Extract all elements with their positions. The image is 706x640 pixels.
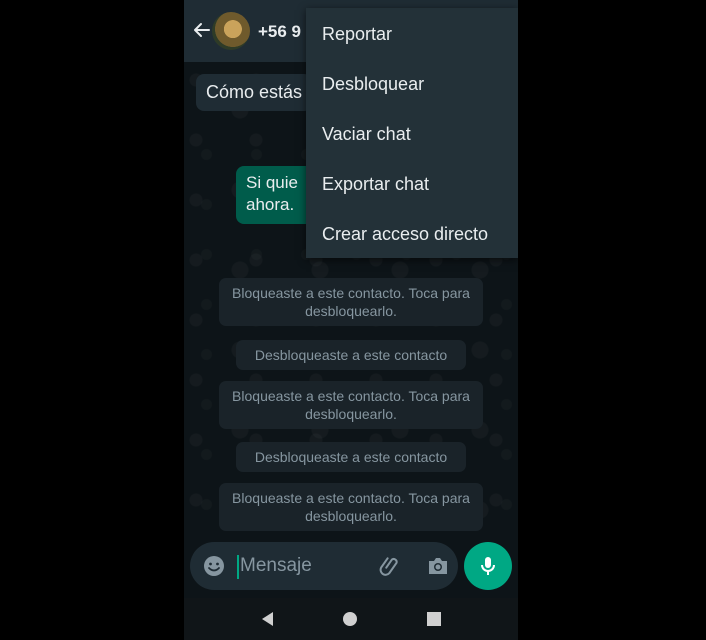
- system-message-text: Bloqueaste a este contacto. Toca para de…: [232, 388, 470, 422]
- contact-avatar[interactable]: [212, 12, 250, 50]
- overflow-menu: Reportar Desbloquear Vaciar chat Exporta…: [306, 8, 518, 258]
- menu-item-exportar-chat[interactable]: Exportar chat: [322, 174, 429, 195]
- back-arrow-icon[interactable]: [192, 20, 212, 40]
- paperclip-icon[interactable]: [378, 554, 402, 578]
- emoji-icon[interactable]: [202, 554, 226, 578]
- message-composer: [190, 542, 458, 590]
- nav-back-icon[interactable]: [258, 609, 278, 629]
- contact-name[interactable]: +56 9: [258, 22, 301, 42]
- menu-item-crear-acceso-directo[interactable]: Crear acceso directo: [322, 224, 488, 245]
- system-message-blocked[interactable]: Bloqueaste a este contacto. Toca para de…: [219, 278, 483, 326]
- menu-item-reportar[interactable]: Reportar: [322, 24, 392, 45]
- system-message-text: Desbloqueaste a este contacto: [254, 449, 448, 465]
- system-message-blocked[interactable]: Bloqueaste a este contacto. Toca para de…: [219, 483, 483, 531]
- menu-item-desbloquear[interactable]: Desbloquear: [322, 74, 424, 95]
- system-message-text: Bloqueaste a este contacto. Toca para de…: [232, 490, 470, 524]
- nav-home-icon[interactable]: [340, 609, 360, 629]
- system-message-unblocked: Desbloqueaste a este contacto: [236, 442, 466, 472]
- system-message-blocked[interactable]: Bloqueaste a este contacto. Toca para de…: [219, 381, 483, 429]
- system-message-text: Desbloqueaste a este contacto: [254, 347, 448, 363]
- menu-item-vaciar-chat[interactable]: Vaciar chat: [322, 124, 411, 145]
- message-input[interactable]: [234, 552, 370, 580]
- incoming-message[interactable]: Cómo estás: [196, 74, 313, 111]
- system-message-unblocked: Desbloqueaste a este contacto: [236, 340, 466, 370]
- system-message-text: Bloqueaste a este contacto. Toca para de…: [232, 285, 470, 319]
- nav-recents-icon[interactable]: [424, 609, 444, 629]
- system-navigation-bar: [184, 598, 518, 640]
- incoming-message-text: Cómo estás: [206, 82, 303, 102]
- camera-icon[interactable]: [426, 554, 450, 578]
- microphone-icon: [481, 557, 495, 575]
- voice-message-button[interactable]: [464, 542, 512, 590]
